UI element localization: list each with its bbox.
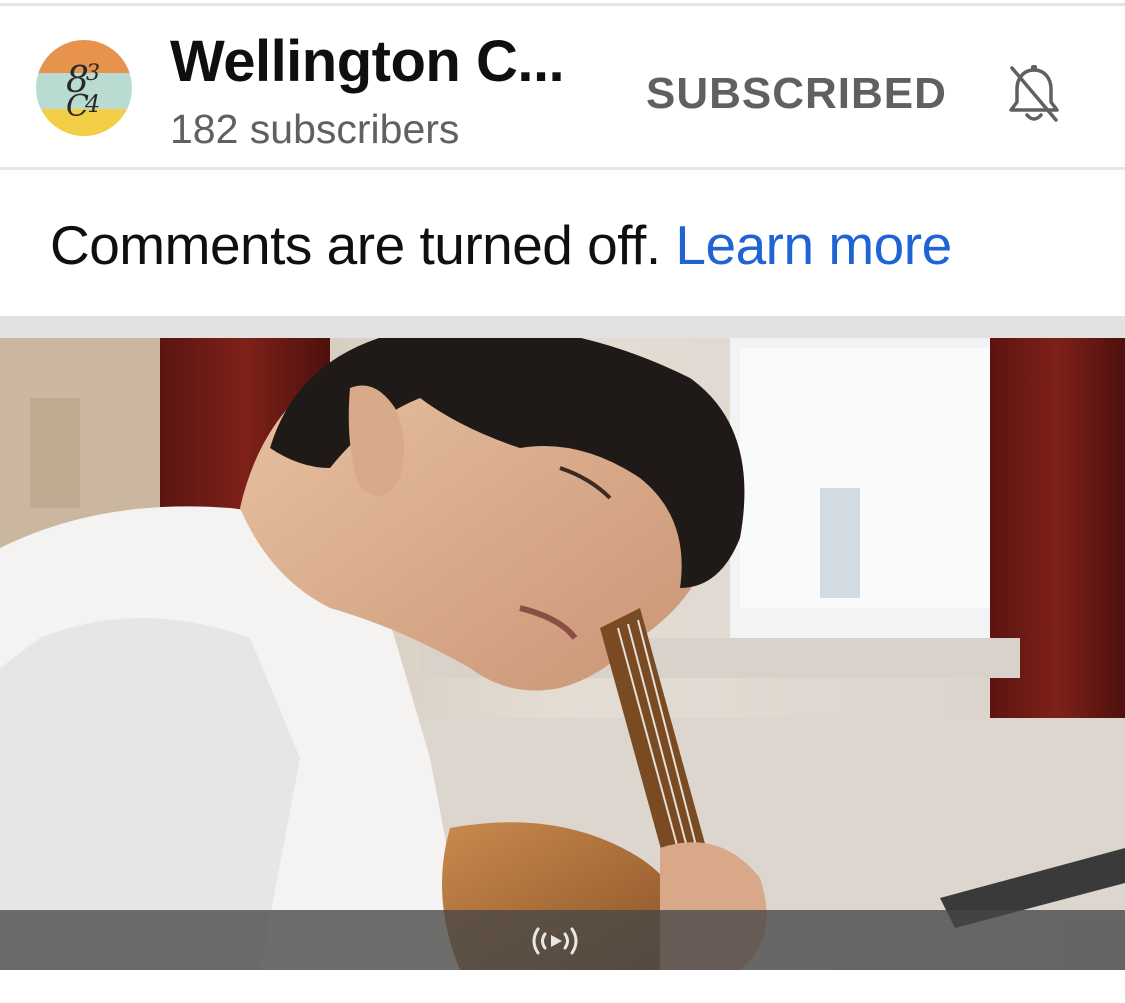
svg-text:4: 4 <box>84 90 100 118</box>
video-overlay-bar <box>0 910 1125 970</box>
bell-off-icon[interactable] <box>1004 62 1064 126</box>
learn-more-link[interactable]: Learn more <box>675 214 952 276</box>
live-broadcast-icon[interactable] <box>528 925 582 957</box>
comments-off-message: Comments are turned off. <box>50 214 661 276</box>
bottom-spacer <box>0 970 1125 1003</box>
subscribed-button[interactable]: SUBSCRIBED <box>640 66 953 122</box>
channel-avatar[interactable]: 8 3 C 4 <box>36 40 132 136</box>
channel-header: 8 3 C 4 Wellington C... 182 subscribers … <box>0 6 1125 170</box>
svg-text:3: 3 <box>86 61 100 86</box>
section-divider <box>0 316 1125 338</box>
guitarist-thumbnail-image <box>0 338 1125 970</box>
video-thumbnail[interactable] <box>0 338 1125 970</box>
comments-notice: Comments are turned off. Learn more <box>0 173 1125 316</box>
channel-name[interactable]: Wellington C... <box>170 28 565 95</box>
channel-logo-icon: 8 3 C 4 <box>66 60 100 124</box>
subscriber-count: 182 subscribers <box>170 106 460 152</box>
